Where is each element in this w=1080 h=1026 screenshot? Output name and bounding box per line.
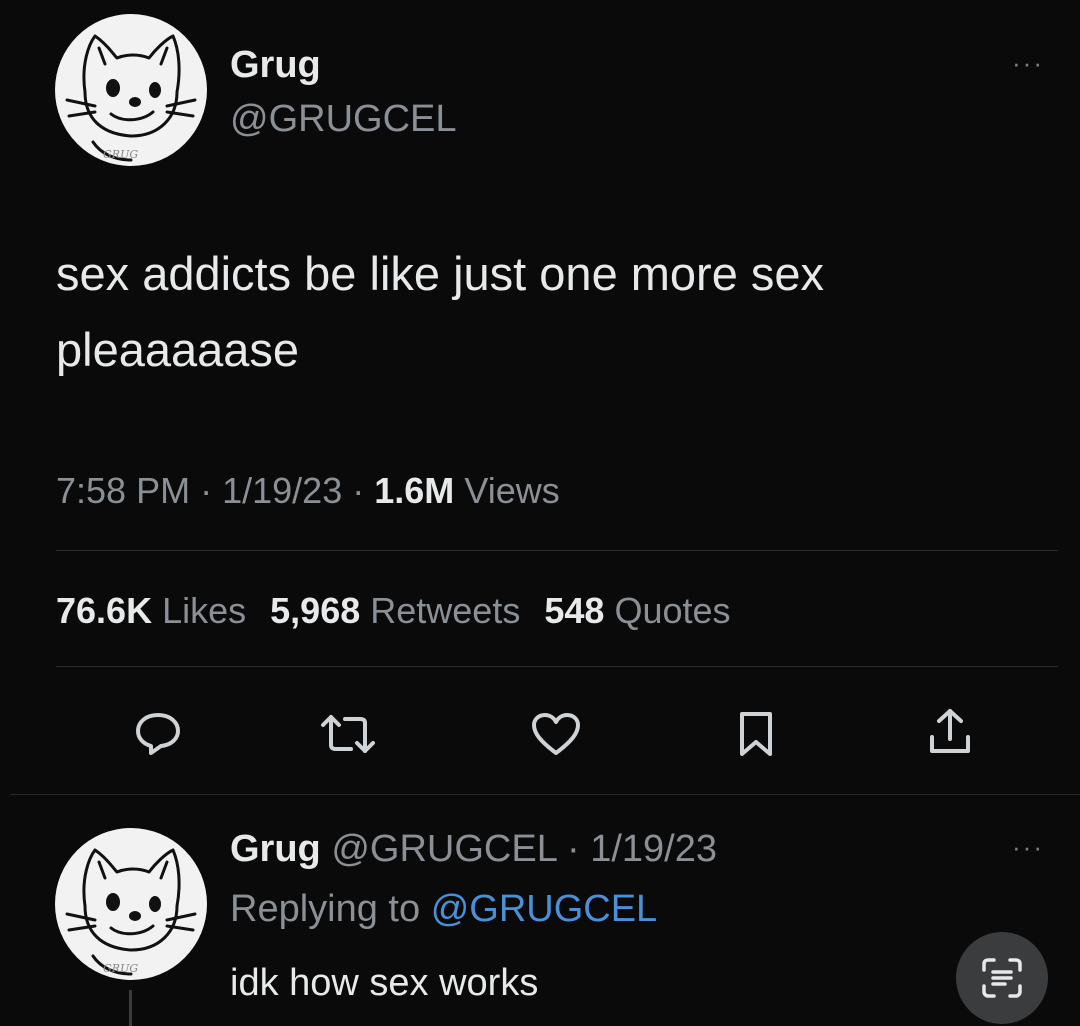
section-divider <box>10 794 1080 795</box>
reply-text: idk how sex works <box>230 962 539 1004</box>
retweets-label: Retweets <box>370 590 521 631</box>
views-label: Views <box>464 470 560 511</box>
thread-line <box>129 990 132 1026</box>
retweet-button[interactable] <box>318 704 378 764</box>
meta-separator: · <box>352 470 365 511</box>
retweets-count: 5,968 <box>270 590 361 631</box>
tweet-stats: 76.6K Likes 5,968 Retweets 548 Quotes <box>56 590 731 632</box>
likes-label: Likes <box>162 590 247 631</box>
author-name[interactable]: Grug <box>230 44 321 87</box>
meta-separator: · <box>200 470 213 511</box>
share-icon <box>930 709 970 753</box>
replying-to: Replying to @GRUGCEL <box>230 888 657 931</box>
cat-avatar-icon: GRUG <box>65 34 197 162</box>
tweet-text-line2: pleaaaaase <box>56 323 300 376</box>
bookmark-icon <box>740 712 772 756</box>
replying-to-label: Replying to <box>230 888 421 930</box>
retweet-icon <box>321 715 375 753</box>
reply-icon <box>136 713 180 755</box>
bookmark-button[interactable] <box>726 704 786 764</box>
reply-header: Grug @GRUGCEL · 1/19/23 <box>230 828 717 871</box>
tweet-time[interactable]: 7:58 PM <box>56 470 190 511</box>
replying-to-handle[interactable]: @GRUGCEL <box>431 888 658 930</box>
tweet-text-line1: sex addicts be like just one more sex <box>56 247 825 300</box>
more-options-button[interactable]: ··· <box>1012 50 1044 76</box>
like-button[interactable] <box>526 704 586 764</box>
avatar-signature: GRUG <box>103 962 138 975</box>
avatar[interactable]: GRUG <box>55 14 207 166</box>
reply-button[interactable] <box>128 704 188 764</box>
author-handle[interactable]: @GRUGCEL <box>230 98 457 141</box>
avatar-signature: GRUG <box>103 148 138 161</box>
divider <box>56 550 1058 551</box>
retweets-stat[interactable]: 5,968 Retweets <box>270 590 530 631</box>
likes-stat[interactable]: 76.6K Likes <box>56 590 256 631</box>
scan-text-icon <box>982 958 1022 998</box>
reply-avatar[interactable]: GRUG <box>55 828 207 980</box>
share-button[interactable] <box>920 702 980 762</box>
like-icon <box>532 713 580 755</box>
reply-author-name[interactable]: Grug <box>230 828 321 870</box>
quotes-label: Quotes <box>614 590 731 631</box>
reply-handle-date[interactable]: @GRUGCEL · 1/19/23 <box>331 828 717 870</box>
reply-more-options-button[interactable]: ··· <box>1012 834 1044 860</box>
cat-avatar-icon: GRUG <box>65 848 197 976</box>
divider <box>56 666 1058 667</box>
tweet-meta: 7:58 PM · 1/19/23 · 1.6M Views <box>56 470 560 512</box>
tweet-date[interactable]: 1/19/23 <box>222 470 342 511</box>
quotes-stat[interactable]: 548 Quotes <box>544 590 730 631</box>
likes-count: 76.6K <box>56 590 153 631</box>
quotes-count: 548 <box>544 590 605 631</box>
scan-text-button[interactable] <box>956 932 1048 1024</box>
views-count: 1.6M <box>374 470 455 511</box>
